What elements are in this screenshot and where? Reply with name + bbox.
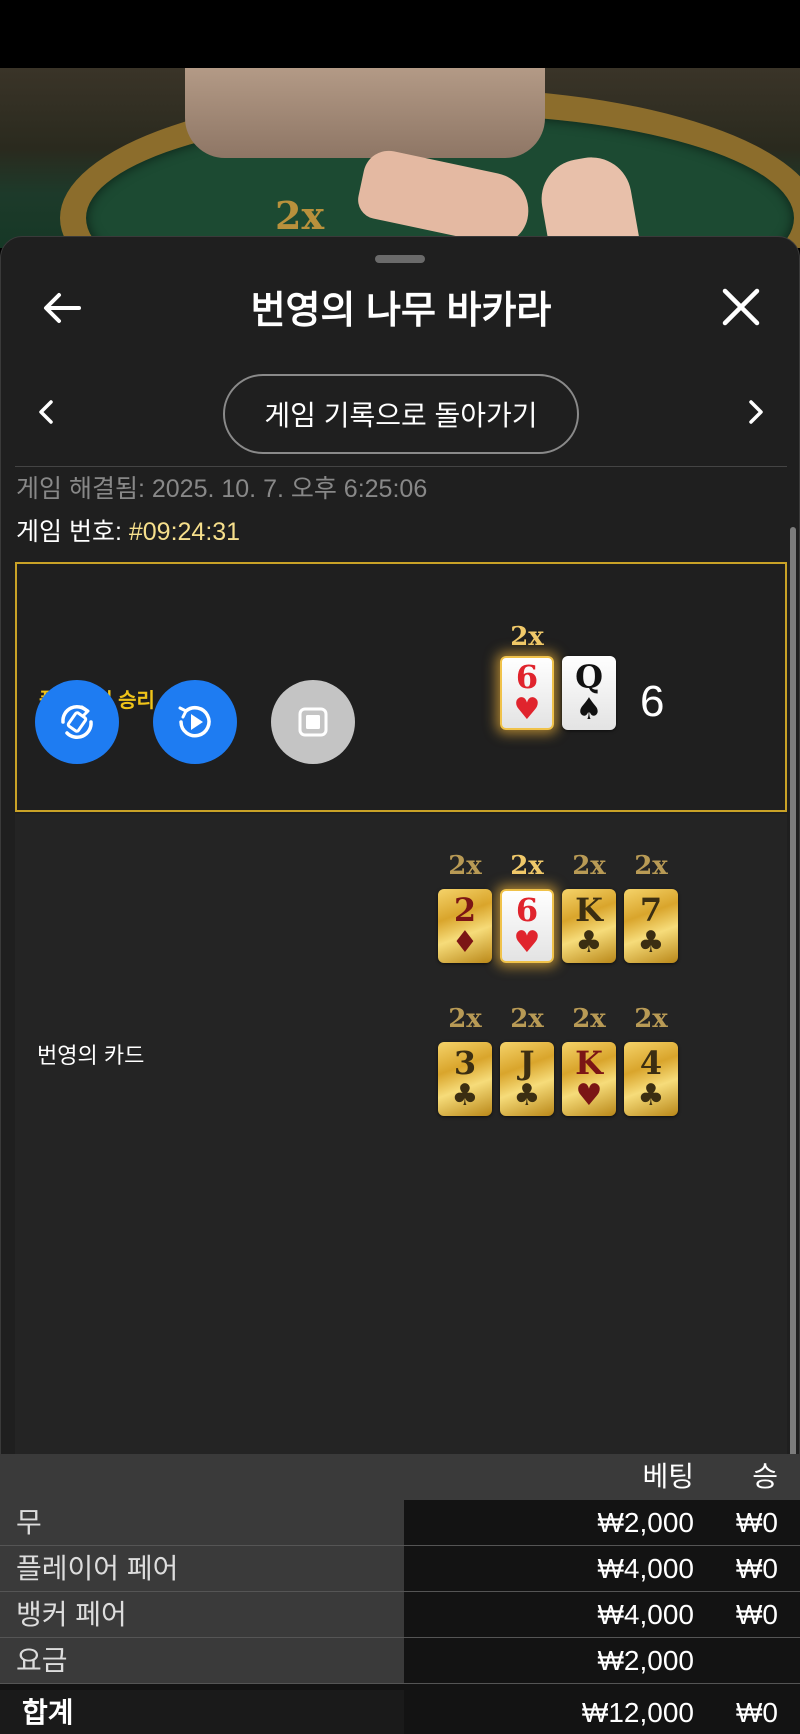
card-suit: ♥ [575, 1078, 603, 1113]
table-multiplier: 2x [275, 193, 325, 238]
status-bar [0, 0, 800, 68]
bet-win: ₩0 [736, 1599, 778, 1630]
card-rank: K [575, 891, 603, 929]
stop-icon [298, 707, 328, 737]
bet-amount: ₩4,000 [597, 1553, 695, 1584]
bet-name: 뱅커 페어 [0, 1592, 404, 1637]
lucky-cards-label: 번영의 카드 [37, 1043, 145, 1068]
card-rank: 6 [515, 891, 539, 929]
playing-card: 4 ♣ [624, 1042, 678, 1116]
game-resolved-value: 2025. 10. 7. 오후 6:25:06 [151, 475, 428, 503]
playing-card: 2 ♦ [438, 889, 492, 963]
bet-row: 플레이어 페어 ₩4,000 ₩0 [0, 1546, 800, 1592]
bet-name: 요금 [0, 1638, 404, 1683]
bets-total-bet: ₩12,000 [581, 1697, 694, 1728]
card-multiplier: 2x [572, 851, 606, 881]
card-suit: ♣ [513, 1078, 541, 1113]
history-nav: 게임 기록으로 돌아가기 [1, 372, 800, 456]
playing-card: 6 ♥ [500, 656, 554, 730]
bet-amount: ₩2,000 [597, 1645, 695, 1676]
divider [15, 466, 787, 467]
bets-header-row: 베팅 승 [0, 1454, 800, 1500]
bets-header-bet: 베팅 [642, 1461, 694, 1492]
playing-card: K ♥ [562, 1042, 616, 1116]
card-suit: ♣ [575, 925, 603, 960]
card-multiplier: 2x [634, 851, 668, 881]
row-divider [0, 1683, 800, 1684]
bets-header-win: 승 [752, 1461, 778, 1492]
dealer [185, 68, 545, 158]
playing-card: 6 ♥ [500, 889, 554, 963]
playing-card: 3 ♣ [438, 1042, 492, 1116]
player-panel: 플레이어 승리 2x 6♥Q♠ 6 [15, 562, 787, 812]
lucky-cards-panel: 번영의 카드 2x 2 ♦ 2x 6 ♥ 2x K ♣ 2x 7 ♣ 2x 3 ♣ 2x J ♣ 2x K ♥ 2x 4 ♣ [15, 814, 787, 1434]
playing-card: Q ♠ [562, 656, 616, 730]
bets-total-row: 합계 ₩12,000 ₩0 [0, 1690, 800, 1734]
close-icon[interactable] [719, 285, 763, 329]
chevron-right-icon[interactable] [736, 392, 776, 432]
card-rank: 6 [515, 658, 539, 696]
card-rank: J [519, 1044, 535, 1082]
replay-button[interactable] [153, 680, 237, 764]
bet-name: 플레이어 페어 [0, 1546, 404, 1591]
drag-handle[interactable] [375, 255, 425, 263]
card-suit: ♦ [451, 925, 479, 960]
stop-button[interactable] [271, 680, 355, 764]
card-suit: ♠ [575, 692, 603, 727]
card-suit: ♥ [513, 925, 541, 960]
player-card-multiplier: 2x [510, 622, 544, 652]
page-title: 번영의 나무 바카라 [250, 290, 552, 332]
bet-row: 무 ₩2,000 ₩0 [0, 1500, 800, 1546]
card-suit: ♣ [637, 1078, 665, 1113]
back-arrow-icon[interactable] [39, 285, 85, 331]
card-rank: 4 [639, 1044, 663, 1082]
card-suit: ♥ [513, 692, 541, 727]
sheet-header: 번영의 나무 바카라 [1, 267, 800, 347]
card-rank: 3 [453, 1044, 477, 1082]
card-rank: K [575, 1044, 603, 1082]
bet-row: 뱅커 페어 ₩4,000 ₩0 [0, 1592, 800, 1638]
card-suit: ♣ [451, 1078, 479, 1113]
card-multiplier: 2x [448, 851, 482, 881]
bet-row: 요금 ₩2,000 [0, 1638, 800, 1684]
card-multiplier: 2x [510, 851, 544, 881]
back-to-history-button[interactable]: 게임 기록으로 돌아가기 [223, 374, 579, 454]
bet-win: ₩0 [736, 1553, 778, 1584]
playing-card: K ♣ [562, 889, 616, 963]
bets-table: 베팅 승 무 ₩2,000 ₩0 플레이어 페어 ₩4,000 ₩0 뱅커 페어 ₩4,000… [0, 1454, 800, 1734]
rotate-icon [61, 704, 93, 740]
bet-win [694, 1638, 778, 1683]
card-rank: 7 [639, 891, 663, 929]
bet-amount: ₩2,000 [597, 1507, 695, 1538]
bet-name: 무 [0, 1500, 404, 1545]
replay-icon [178, 705, 211, 738]
bets-total-label: 합계 [0, 1690, 404, 1734]
card-rank: 2 [453, 891, 477, 929]
rotate-button[interactable] [35, 680, 119, 764]
bet-amount: ₩4,000 [597, 1599, 695, 1630]
card-multiplier: 2x [448, 1004, 482, 1034]
playing-card: J ♣ [500, 1042, 554, 1116]
game-number-value: #09:24:31 [128, 518, 241, 546]
bet-win: ₩0 [736, 1507, 778, 1538]
live-video-feed: 2x [0, 68, 800, 248]
bets-total-win: ₩0 [736, 1697, 778, 1728]
card-multiplier: 2x [510, 1004, 544, 1034]
card-multiplier: 2x [572, 1004, 606, 1034]
chevron-left-icon[interactable] [26, 392, 66, 432]
card-suit: ♣ [637, 925, 665, 960]
game-resolved: 게임 해결됨: 2025. 10. 7. 오후 6:25:06 [16, 469, 427, 505]
card-rank: Q [575, 658, 603, 696]
game-number-label: 게임 번호: [16, 518, 122, 546]
game-number: 게임 번호: #09:24:31 [16, 512, 240, 548]
player-score: 6 [640, 677, 665, 726]
game-resolved-label: 게임 해결됨: [16, 475, 145, 503]
card-multiplier: 2x [634, 1004, 668, 1034]
playing-card: 7 ♣ [624, 889, 678, 963]
